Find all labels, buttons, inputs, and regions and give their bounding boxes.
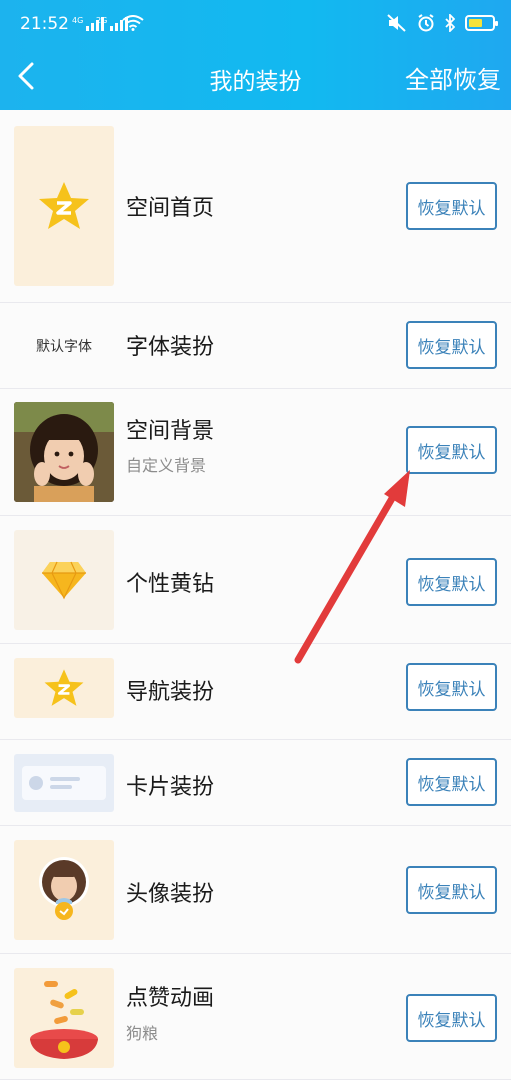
bluetooth-icon — [445, 14, 455, 32]
qzone-star-icon — [44, 669, 84, 706]
restore-all-button[interactable]: 全部恢复 — [405, 60, 501, 95]
avatar-thumbnail — [14, 840, 114, 940]
restore-default-button[interactable]: 恢复默认 — [406, 758, 497, 806]
qzone-star-icon — [39, 182, 89, 229]
list-item: 个性黄钻 恢复默认 — [0, 516, 511, 644]
nav-bar: 我的装扮 全部恢复 — [0, 44, 511, 110]
font-thumb-text: 默认字体 — [36, 339, 92, 355]
item-title: 空间背景 — [126, 419, 215, 444]
status-bar: 21:52 4G 2G — [0, 0, 511, 44]
dog-food-thumbnail — [14, 968, 114, 1068]
girl-photo — [14, 402, 114, 502]
font-thumbnail: 默认字体 — [14, 323, 114, 369]
nav-thumbnail — [14, 658, 114, 718]
list-item: 空间背景 自定义背景 恢复默认 — [0, 389, 511, 516]
background-photo-thumbnail — [14, 402, 114, 502]
battery-icon — [465, 15, 498, 31]
restore-default-button[interactable]: 恢复默认 — [406, 321, 497, 369]
mute-icon — [387, 14, 406, 32]
card-thumbnail — [14, 754, 114, 812]
list-item: 空间首页 恢复默认 — [0, 110, 511, 303]
list-item: 点赞动画 狗粮 恢复默认 — [0, 954, 511, 1080]
list-item: 头像装扮 恢复默认 — [0, 826, 511, 954]
qzone-star-thumbnail — [14, 126, 114, 286]
item-title: 头像装扮 — [126, 882, 215, 907]
restore-default-button[interactable]: 恢复默认 — [406, 866, 497, 914]
item-title: 点赞动画 — [126, 986, 215, 1011]
item-title: 字体装扮 — [126, 335, 215, 360]
wifi-icon — [122, 15, 144, 31]
alarm-icon — [418, 14, 434, 32]
list-item: 默认字体 字体装扮 恢复默认 — [0, 303, 511, 389]
restore-default-button[interactable]: 恢复默认 — [406, 426, 497, 474]
restore-default-button[interactable]: 恢复默认 — [406, 994, 497, 1042]
avatar-icon — [39, 857, 89, 920]
yellow-diamond-icon — [42, 561, 86, 600]
item-title: 空间首页 — [126, 196, 215, 221]
item-subtitle: 狗粮 — [126, 1024, 159, 1043]
card-icon — [22, 766, 106, 800]
restore-default-button[interactable]: 恢复默认 — [406, 558, 497, 606]
yellow-diamond-thumbnail — [14, 530, 114, 630]
list-item: 卡片装扮 恢复默认 — [0, 740, 511, 826]
item-title: 导航装扮 — [126, 680, 215, 705]
restore-default-button[interactable]: 恢复默认 — [406, 663, 497, 711]
status-time: 21:52 — [20, 14, 69, 34]
item-title: 个性黄钻 — [126, 572, 215, 597]
list-item: 导航装扮 恢复默认 — [0, 644, 511, 740]
item-title: 卡片装扮 — [126, 775, 215, 800]
item-subtitle: 自定义背景 — [126, 456, 207, 475]
app-header: 21:52 4G 2G 我的装扮 全部恢复 — [0, 0, 511, 110]
restore-default-button[interactable]: 恢复默认 — [406, 182, 497, 230]
dog-bowl-icon — [30, 981, 98, 1059]
